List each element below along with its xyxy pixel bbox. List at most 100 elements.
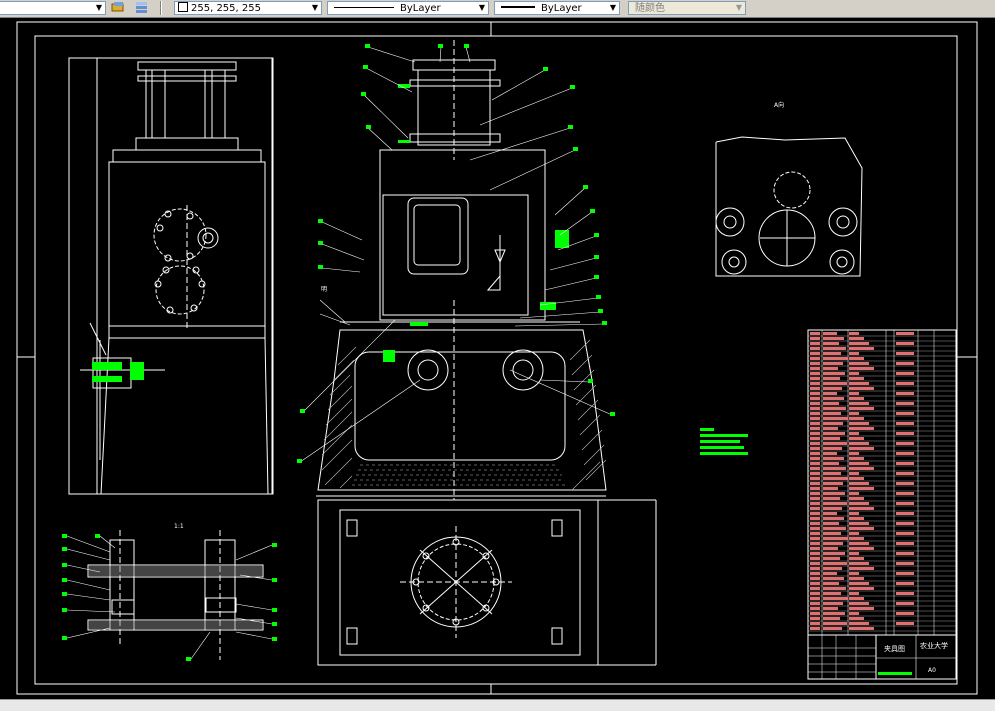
table-cell [823,602,843,605]
table-cell [823,387,842,390]
table-cell [823,567,842,570]
table-cell [849,607,874,610]
table-cell [849,597,864,600]
drawing-name: 夹具图 [884,644,905,653]
table-cell [849,452,859,455]
table-cell [849,542,869,545]
table-cell [849,387,874,390]
table-cell [849,427,874,430]
layout-tab-strip[interactable] [0,699,995,711]
table-cell [823,622,847,625]
table-cell [810,557,820,560]
table-cell [849,577,864,580]
table-cell [849,592,859,595]
right-detail-view [715,136,863,277]
lineweight-preview [501,6,535,8]
left-elevation-view [68,57,274,495]
table-cell [810,487,820,490]
plotstyle-dropdown[interactable]: 随颜色 ▼ [628,1,746,15]
table-cell [823,517,844,520]
lineweight-dropdown[interactable]: ByLayer ▼ [494,1,620,15]
table-cell [810,457,820,460]
table-cell [810,587,820,590]
table-cell [896,402,914,405]
table-cell [823,532,841,535]
table-cell [896,622,914,625]
layer-states-icon[interactable] [111,1,125,14]
layer-previous-icon[interactable] [135,1,149,14]
table-cell [896,462,914,465]
table-cell [823,587,846,590]
table-cell [823,557,840,560]
table-cell [810,502,820,505]
table-cell [849,447,874,450]
title-block: 农业大学 夹具图 A0 [807,634,957,680]
table-cell [823,582,839,585]
table-cell [823,562,847,565]
center-view-hatch [321,339,607,491]
table-cell [810,362,820,365]
table-cell [849,492,859,495]
chevron-down-icon: ▼ [311,3,319,12]
table-cell [896,372,914,375]
table-cell [849,557,864,560]
table-cell [810,372,820,375]
linetype-value: ByLayer [400,3,441,14]
table-cell [810,397,820,400]
table-cell [810,567,820,570]
table-cell [823,437,840,440]
table-cell [823,362,843,365]
table-cell [896,472,914,475]
table-cell [810,547,820,550]
table-cell [849,507,874,510]
table-cell [896,352,914,355]
table-cell [823,392,837,395]
table-cell [823,482,843,485]
table-cell [849,572,859,575]
table-cell [849,537,864,540]
table-cell [823,552,845,555]
table-cell [823,367,838,370]
table-cell [823,597,848,600]
table-cell [823,447,842,450]
table-cell [823,472,841,475]
section-label: 1:1 [174,523,184,530]
linetype-dropdown[interactable]: ByLayer ▼ [327,1,489,15]
table-cell [849,382,869,385]
table-cell [810,417,820,420]
table-cell [810,402,820,405]
table-cell [810,507,820,510]
center-front-view [316,40,607,500]
table-cell [810,377,820,380]
table-cell [810,357,820,360]
drawing-canvas[interactable]: 1:1 明 A向 农业大学 夹具图 A0 [0,18,995,710]
layer-dropdown[interactable]: ▼ [0,1,106,15]
color-dropdown[interactable]: 255, 255, 255 ▼ [174,1,322,15]
table-cell [823,372,845,375]
table-cell [849,512,859,515]
table-cell [823,382,847,385]
table-cell [849,482,869,485]
table-cell [810,517,820,520]
table-cell [823,502,847,505]
table-cell [849,522,869,525]
table-cell [810,452,820,455]
table-cell [810,332,820,335]
table-cell [810,537,820,540]
table-cell [849,432,859,435]
table-cell [810,342,820,345]
table-cell [823,397,844,400]
table-cell [810,347,820,350]
table-cell [810,337,820,340]
table-cell [823,492,845,495]
table-cell [823,542,843,545]
table-cell [849,587,874,590]
table-cell [823,342,839,345]
table-cell [896,432,914,435]
table-cell [823,572,837,575]
plotstyle-value: 随颜色 [635,3,665,14]
table-cell [810,382,820,385]
table-cell [823,357,848,360]
table-cell [810,407,820,410]
table-cell [810,437,820,440]
